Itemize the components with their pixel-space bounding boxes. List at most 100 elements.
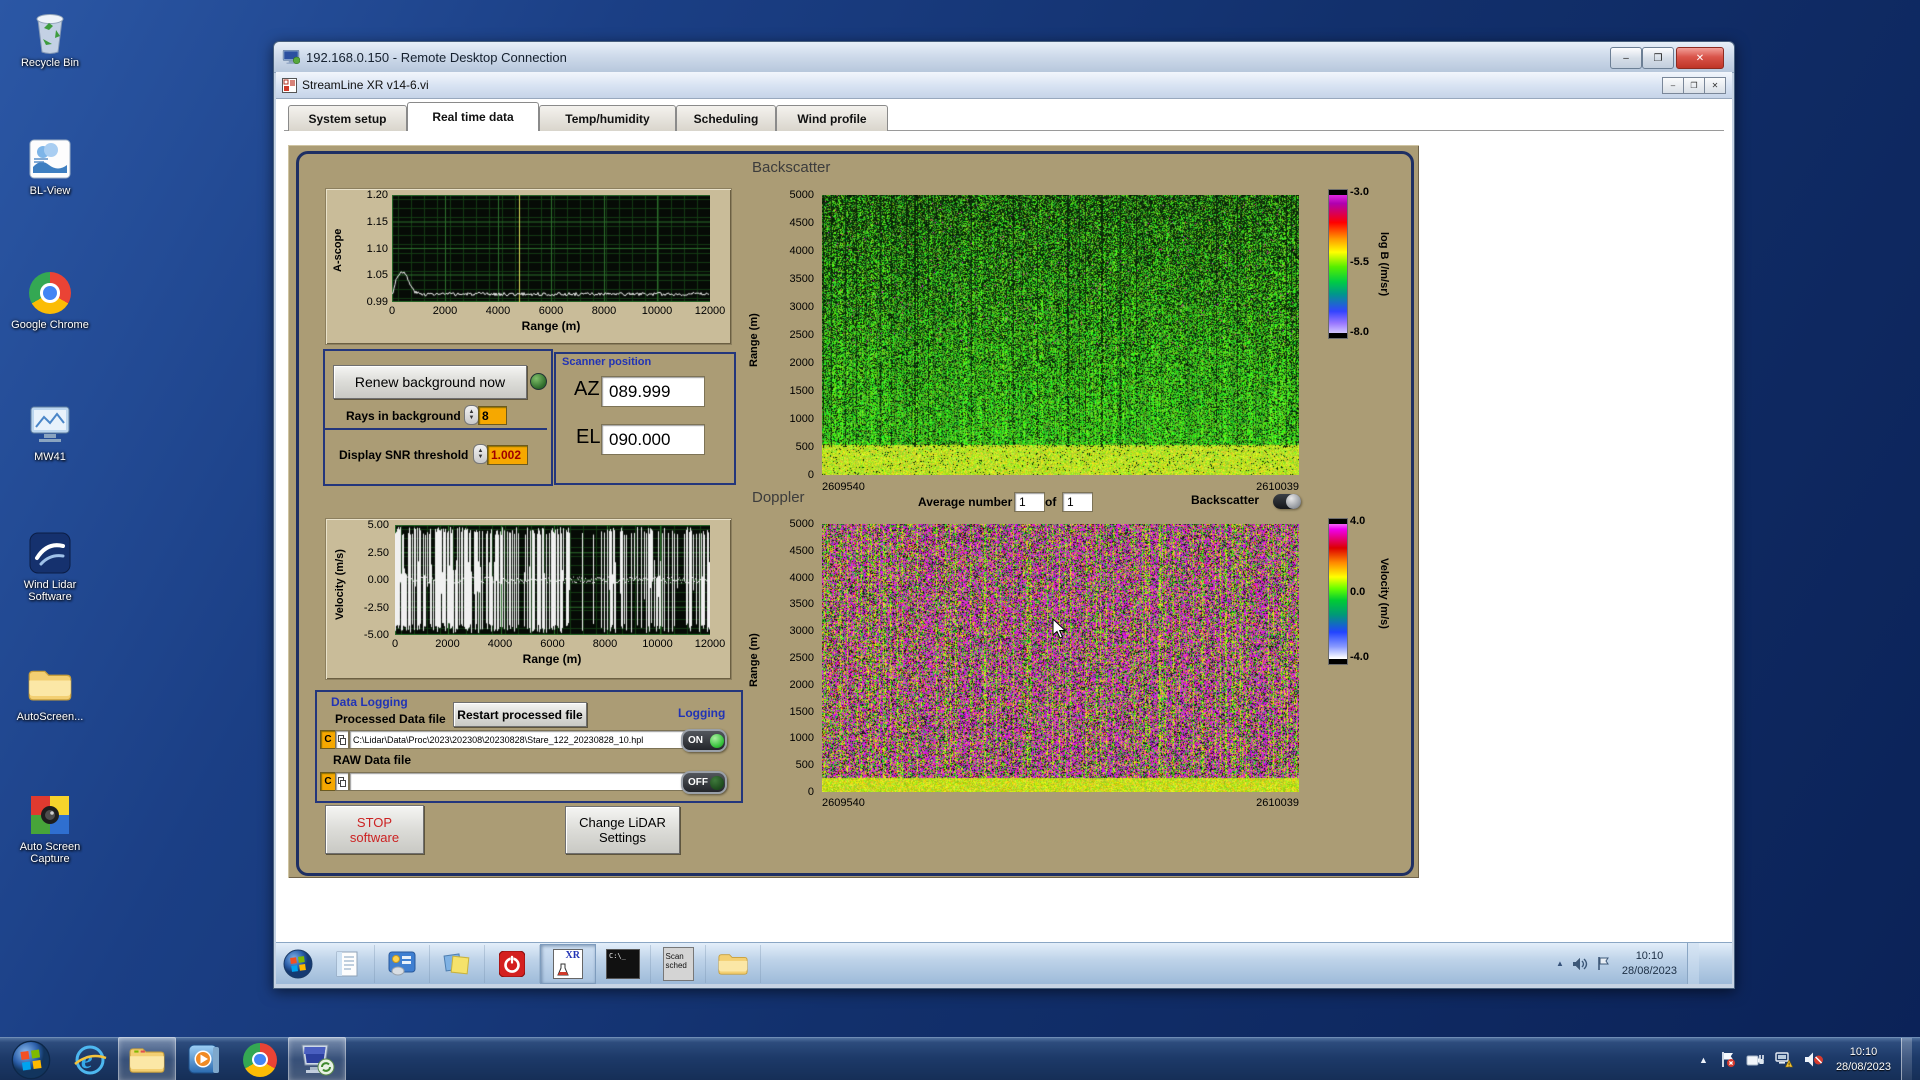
backscatter-cb-tick: -8.0 xyxy=(1350,326,1369,338)
app-minimize-button[interactable] xyxy=(1662,77,1684,94)
colorbar-cap xyxy=(1329,333,1347,338)
tab-real-time-data[interactable]: Real time data xyxy=(407,102,539,131)
raw-data-file-label: RAW Data file xyxy=(333,753,412,767)
tab-scheduling[interactable]: Scheduling xyxy=(676,105,776,131)
mw41-icon xyxy=(27,402,73,448)
remote-start-button[interactable] xyxy=(276,949,320,979)
remote-show-desktop[interactable] xyxy=(1686,943,1699,984)
renew-background-button[interactable]: Renew background now xyxy=(333,365,527,399)
tick-label: 3000 xyxy=(789,625,814,638)
rdp-titlebar[interactable]: 192.168.0.150 - Remote Desktop Connectio… xyxy=(274,42,1734,73)
rays-spinner[interactable]: ▲ ▼ xyxy=(464,405,479,425)
battery-icon[interactable] xyxy=(1746,1052,1764,1068)
remote-taskbar-shutdown[interactable] xyxy=(485,945,540,983)
speaker-muted-icon[interactable] xyxy=(1804,1051,1824,1068)
taskbar-file-explorer[interactable] xyxy=(118,1037,176,1080)
folder-icon xyxy=(129,1047,165,1073)
taskbar-chrome[interactable] xyxy=(232,1038,288,1080)
app-close-button[interactable] xyxy=(1704,77,1726,94)
remote-taskbar-sticky-notes[interactable] xyxy=(430,945,485,983)
backscatter-toggle-switch[interactable] xyxy=(1273,494,1301,509)
desktop-icon-auto-screen-capture[interactable]: Auto Screen Capture xyxy=(8,792,92,865)
restart-processed-file-button[interactable]: Restart processed file xyxy=(453,702,587,727)
tray-expand-icon[interactable]: ▲ xyxy=(1699,1055,1708,1065)
desktop-icon-label: BL-View xyxy=(29,185,71,197)
drive-letter: C xyxy=(324,734,332,745)
raw-browse-icon[interactable] xyxy=(335,772,349,791)
processed-logging-toggle[interactable]: ON xyxy=(681,729,727,752)
raw-drive-box[interactable]: C xyxy=(320,772,336,791)
rays-value-field[interactable]: 8 xyxy=(478,406,507,425)
app-restore-button[interactable] xyxy=(1683,77,1705,94)
rdp-session: StreamLine XR v14-6.vi System setup Real… xyxy=(276,72,1732,984)
desktop-icon-bl-view[interactable]: BL-View xyxy=(8,136,92,197)
average-number-field[interactable]: 1 xyxy=(1014,492,1045,512)
tab-label: Temp/humidity xyxy=(565,111,650,126)
az-value-field[interactable]: 089.999 xyxy=(601,376,705,407)
scanner-position-title: Scanner position xyxy=(562,356,652,368)
network-warning-icon[interactable] xyxy=(1774,1051,1794,1068)
remote-taskbar-notepad[interactable] xyxy=(320,945,375,983)
tick-label: 4500 xyxy=(789,544,814,557)
stop-software-button[interactable]: STOP software xyxy=(325,805,424,854)
tick-label: 6000 xyxy=(540,638,565,650)
maximize-button[interactable] xyxy=(1642,47,1674,69)
el-value-field[interactable]: 090.000 xyxy=(601,424,705,455)
average-number-value: 1 xyxy=(1019,495,1026,509)
flag-icon[interactable] xyxy=(1596,956,1610,971)
tab-label: Real time data xyxy=(432,110,514,124)
backscatter-cb-label: log B (/m/sr) xyxy=(1378,231,1390,297)
average-number-label: Average number xyxy=(918,495,1013,509)
remote-taskbar-scan-scheduler[interactable]: Scan sched xyxy=(651,945,706,983)
close-button[interactable] xyxy=(1676,47,1724,69)
processed-data-file-label: Processed Data file xyxy=(335,712,446,726)
remote-taskbar-streamline-xr[interactable]: XR xyxy=(540,944,596,984)
desktop-icon-autoscreen-folder[interactable]: AutoScreen... xyxy=(8,662,92,723)
show-desktop-button[interactable] xyxy=(1901,1038,1912,1080)
remote-taskbar-command-prompt[interactable]: C:\_ xyxy=(596,945,651,983)
desktop-icon-recycle-bin[interactable]: Recycle Bin xyxy=(8,8,92,69)
app-titlebar[interactable]: StreamLine XR v14-6.vi xyxy=(276,72,1732,99)
speaker-icon[interactable] xyxy=(1572,957,1588,971)
start-orb-icon xyxy=(11,1040,51,1079)
minimize-button[interactable] xyxy=(1610,47,1642,69)
host-clock[interactable]: 10:10 28/08/2023 xyxy=(1836,1045,1891,1075)
tray-expand-icon[interactable]: ▲ xyxy=(1556,959,1564,968)
backscatter-colorbar xyxy=(1328,189,1348,339)
app-title-text: StreamLine XR v14-6.vi xyxy=(302,78,429,92)
tab-strip: System setup Real time data Temp/humidit… xyxy=(276,102,1732,133)
tab-temp-humidity[interactable]: Temp/humidity xyxy=(539,105,676,131)
desktop-icon-label: Wind Lidar Software xyxy=(23,579,77,603)
snr-spinner[interactable]: ▲ ▼ xyxy=(473,444,488,464)
processed-browse-icon[interactable] xyxy=(335,730,349,749)
desktop-icon-wind-lidar[interactable]: Wind Lidar Software xyxy=(8,530,92,603)
restart-processed-file-label: Restart processed file xyxy=(457,707,583,722)
tab-wind-profile[interactable]: Wind profile xyxy=(776,105,888,131)
processed-drive-box[interactable]: C xyxy=(320,730,336,749)
renew-led xyxy=(530,373,547,390)
front-panel: A-scope 1.20 1.15 1.10 1.05 0.99 0 2000 4000 60… xyxy=(288,145,1419,878)
taskbar-media-player[interactable] xyxy=(176,1038,232,1080)
desktop-icon-google-chrome[interactable]: Google Chrome xyxy=(8,270,92,331)
average-of-field[interactable]: 1 xyxy=(1062,492,1093,512)
taskbar-internet-explorer[interactable]: e xyxy=(62,1038,118,1080)
remote-taskbar-system-settings[interactable] xyxy=(375,945,430,983)
folder-icon xyxy=(27,662,73,708)
doppler-x-right: 2610039 xyxy=(1256,797,1299,809)
action-center-flag-icon[interactable] xyxy=(1720,1051,1736,1068)
raw-path-field[interactable] xyxy=(349,772,687,791)
remote-clock[interactable]: 10:10 28/08/2023 xyxy=(1622,949,1677,979)
change-lidar-settings-button[interactable]: Change LiDAR Settings xyxy=(565,806,680,854)
tick-label: 3500 xyxy=(789,598,814,611)
tab-label: Scheduling xyxy=(693,111,759,126)
processed-path-field[interactable]: C:\Lidar\Data\Proc\2023\202308\20230828\… xyxy=(349,730,690,749)
raw-logging-toggle[interactable]: OFF xyxy=(681,771,727,794)
tab-system-setup[interactable]: System setup xyxy=(288,105,407,131)
start-button[interactable] xyxy=(0,1040,62,1080)
chrome-icon xyxy=(27,270,73,316)
remote-desktop-icon xyxy=(301,1044,335,1075)
desktop-icon-mw41[interactable]: MW41 xyxy=(8,402,92,463)
taskbar-remote-desktop[interactable] xyxy=(288,1037,346,1080)
snr-value-field[interactable]: 1.002 xyxy=(487,445,528,465)
remote-taskbar-file-explorer[interactable] xyxy=(706,945,761,983)
